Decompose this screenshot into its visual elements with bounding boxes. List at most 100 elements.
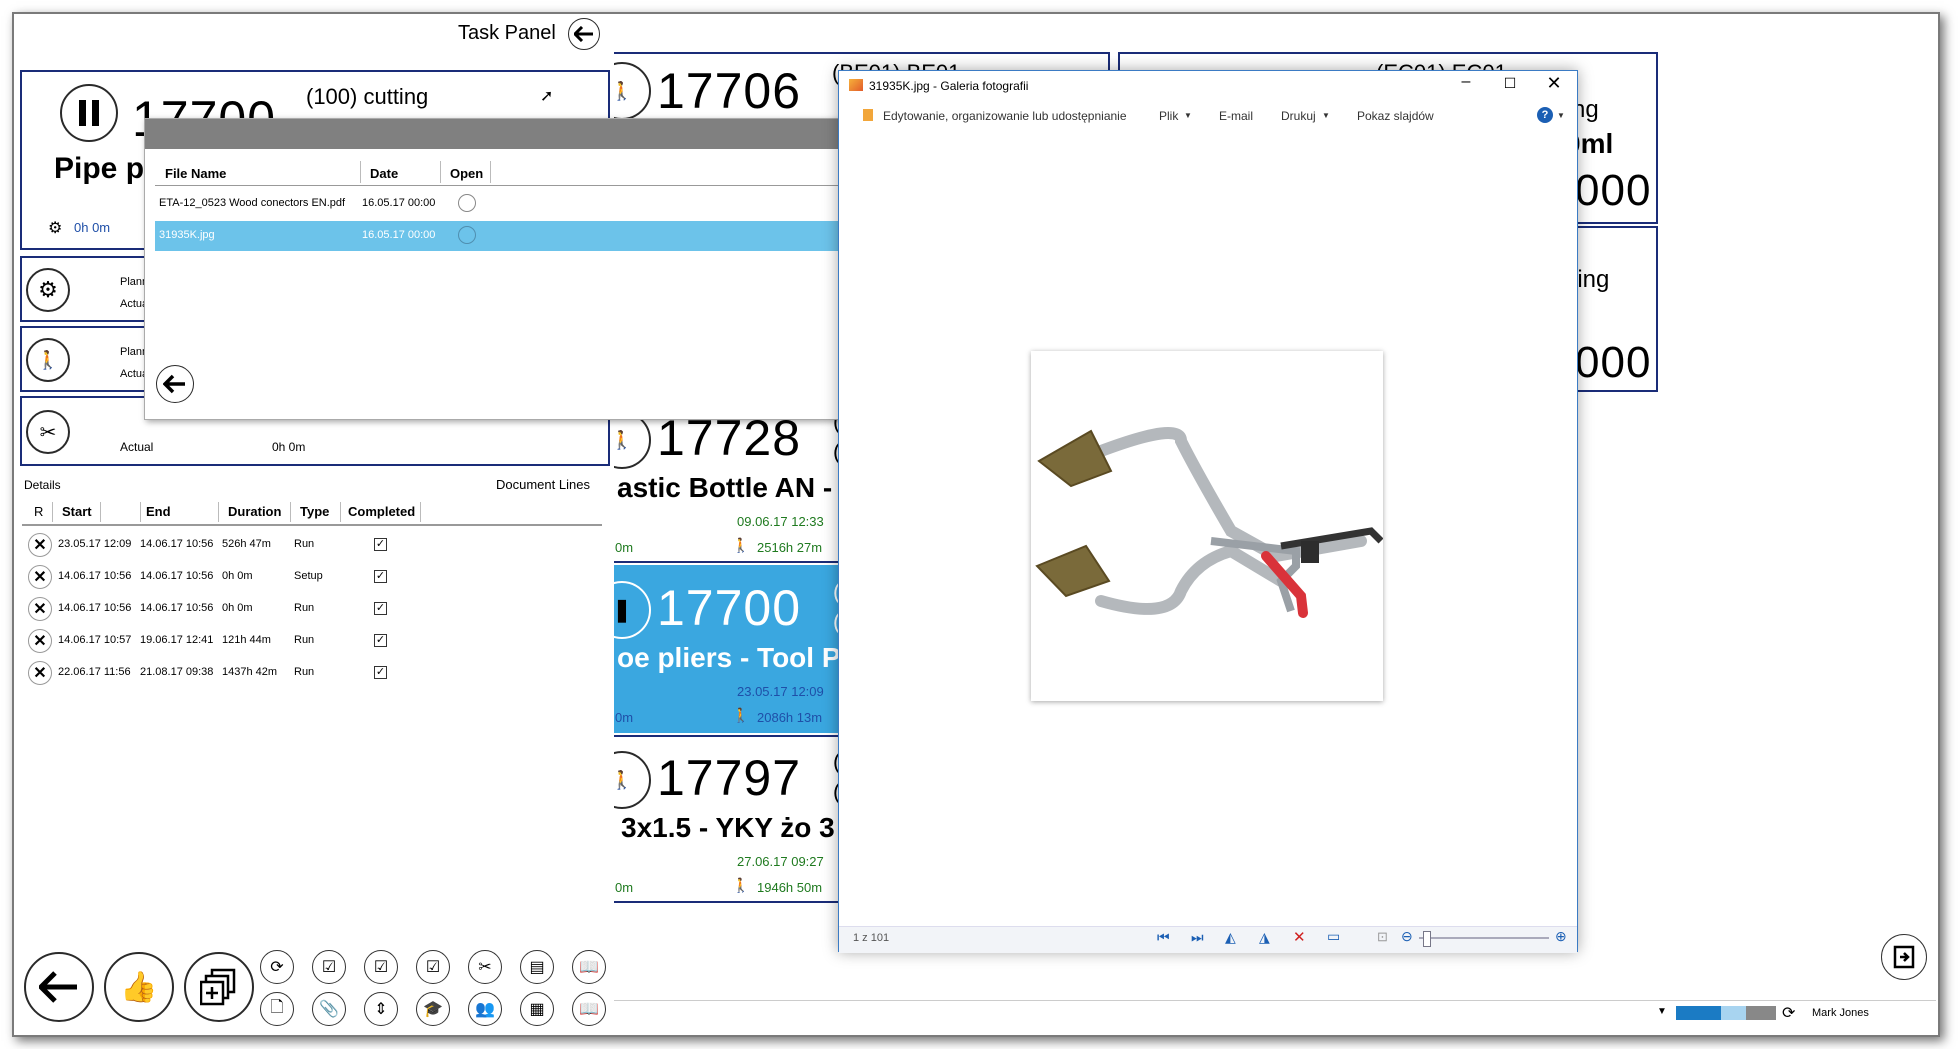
walking-man-icon: 🚶 <box>732 707 750 723</box>
job-number: 17700 <box>657 580 802 636</box>
completed-checkbox[interactable]: ✓ <box>374 538 387 551</box>
completed-checkbox[interactable]: ✓ <box>374 666 387 679</box>
table-row[interactable]: ✕ 14.06.17 10:57 19.06.17 12:41 121h 44m Run… <box>22 626 602 656</box>
cell-duration: 0h 0m <box>222 570 253 582</box>
table-row[interactable]: ✕ 22.06.17 11:56 21.08.17 09:38 1437h 42m Ru… <box>22 658 602 688</box>
pause-button[interactable] <box>60 84 118 142</box>
delete-row-button[interactable]: ✕ <box>28 661 52 685</box>
walking-man-icon: 🚶 <box>610 769 634 790</box>
column-header[interactable]: Duration <box>228 504 281 519</box>
file-row[interactable]: ETA-12_0523 Wood conectors EN.pdf 16.05.… <box>155 189 845 219</box>
delete-row-button[interactable]: ✕ <box>28 597 52 621</box>
list-button[interactable]: ▤ <box>520 950 554 984</box>
open-radio[interactable] <box>458 194 476 212</box>
table-row[interactable]: ✕ 14.06.17 10:56 14.06.17 10:56 0h 0m Setup ✓ <box>22 562 602 592</box>
back-button[interactable] <box>24 952 94 1022</box>
minimize-button[interactable]: – <box>1451 73 1481 97</box>
photo-viewer-window: 31935K.jpg - Galeria fotografii – ☐ ✕ Ed… <box>838 70 1578 953</box>
table-row[interactable]: ✕ 23.05.17 12:09 14.06.17 10:56 526h 47m Run… <box>22 530 602 560</box>
dropdown-arrow-icon[interactable]: ▼ <box>1657 1006 1667 1017</box>
first-image-icon[interactable]: ⏮ <box>1157 929 1170 946</box>
up-down-button[interactable]: ⇕ <box>364 992 398 1026</box>
calendar-button[interactable]: ▦ <box>520 992 554 1026</box>
gear-icon: ⚙ <box>38 277 58 302</box>
menu-item-slideshow[interactable]: Pokaz slajdów <box>1357 109 1434 123</box>
paperclip-icon: 📎 <box>319 1001 339 1018</box>
details-label: Details <box>24 478 61 492</box>
job-text-fragment: 000 <box>1575 338 1652 387</box>
open-book-button[interactable]: 📖 <box>572 992 606 1026</box>
task-panel-back-button[interactable] <box>568 18 600 50</box>
delete-row-button[interactable]: ✕ <box>28 629 52 653</box>
setup-button[interactable]: ⚙ <box>26 268 70 312</box>
fit-icon[interactable]: ⊡ <box>1377 929 1388 945</box>
table-row[interactable]: ✕ 14.06.17 10:56 14.06.17 10:56 0h 0m Run ✓ <box>22 594 602 624</box>
document-button[interactable]: 🗋 <box>260 992 294 1026</box>
column-header[interactable]: R <box>34 504 43 519</box>
cell-type: Run <box>294 666 315 678</box>
thumb-plus-icon: 👍 <box>120 970 158 1004</box>
column-header[interactable]: Start <box>62 504 92 519</box>
rotate-right-icon[interactable]: ◮ <box>1259 929 1270 946</box>
column-header[interactable]: File Name <box>165 166 226 181</box>
check-list-button[interactable]: ☑ <box>416 950 450 984</box>
exit-button[interactable] <box>1881 934 1927 980</box>
report-button[interactable]: 👍 <box>104 952 174 1022</box>
run-button[interactable]: 🚶 <box>26 338 70 382</box>
check-r-button[interactable]: ☑ <box>364 950 398 984</box>
column-header[interactable]: Open <box>450 166 483 181</box>
sync-tool-button[interactable]: ⟳ <box>260 950 294 984</box>
files-back-button[interactable] <box>156 365 194 403</box>
delete-icon[interactable]: ✕ <box>1293 928 1306 946</box>
viewer-title: 31935K.jpg - Galeria fotografii <box>869 79 1029 93</box>
maximize-button[interactable]: ☐ <box>1495 75 1525 99</box>
cell-type: Run <box>294 538 315 550</box>
check-clock-button[interactable]: ☑ <box>312 950 346 984</box>
sync-icon[interactable]: ⟳ <box>1782 1003 1795 1023</box>
completed-checkbox[interactable]: ✓ <box>374 570 387 583</box>
file-row-selected[interactable]: 31935K.jpg 16.05.17 00:00 <box>155 221 845 251</box>
team-button[interactable]: 👥 <box>468 992 502 1026</box>
graduation-button[interactable]: 🎓 <box>416 992 450 1026</box>
close-button[interactable]: ✕ <box>1539 73 1569 97</box>
help-icon[interactable]: ? <box>1537 107 1553 123</box>
zoom-in-icon[interactable]: ⊕ <box>1555 928 1567 945</box>
user-name: Mark Jones <box>1812 1007 1869 1019</box>
column-header[interactable]: End <box>146 504 171 519</box>
file-date: 16.05.17 00:00 <box>362 229 436 241</box>
menu-item-edit[interactable]: Edytowanie, organizowanie lub udostępnia… <box>883 109 1127 123</box>
book-button[interactable]: 📖 <box>572 950 606 984</box>
cell-end: 21.08.17 09:38 <box>140 666 214 678</box>
job-date: 23.05.17 12:09 <box>737 684 824 699</box>
task-product: Pipe p <box>54 152 145 185</box>
tools-button[interactable]: ✂ <box>26 410 70 454</box>
file-name: ETA-12_0523 Wood conectors EN.pdf <box>159 197 346 209</box>
zoom-slider[interactable] <box>1419 937 1549 939</box>
menu-item-print[interactable]: Drukuj <box>1281 109 1316 123</box>
wrench-button[interactable]: ✂ <box>468 950 502 984</box>
add-task-button[interactable] <box>184 952 254 1022</box>
actual-value: 0h 0m <box>272 440 306 454</box>
zoom-slider-thumb[interactable] <box>1423 931 1431 947</box>
job-time-right: 2086h 13m <box>757 710 823 725</box>
wrench-icon: ✂ <box>478 959 492 976</box>
cell-end: 14.06.17 10:56 <box>140 570 214 582</box>
completed-checkbox[interactable]: ✓ <box>374 602 387 615</box>
attachment-button[interactable]: 📎 <box>312 992 346 1026</box>
menu-item-email[interactable]: E-mail <box>1219 109 1253 123</box>
column-header[interactable]: Completed <box>348 504 415 519</box>
delete-row-button[interactable]: ✕ <box>28 565 52 589</box>
delete-row-button[interactable]: ✕ <box>28 533 52 557</box>
open-radio[interactable] <box>458 226 476 244</box>
column-header[interactable]: Date <box>370 166 398 181</box>
menu-item-file[interactable]: Plik <box>1159 109 1178 123</box>
cell-end: 14.06.17 10:56 <box>140 602 214 614</box>
rotate-left-icon[interactable]: ◭ <box>1225 929 1236 946</box>
slideshow-icon[interactable]: ▭ <box>1327 928 1340 945</box>
column-header[interactable]: Type <box>300 504 329 519</box>
zoom-out-icon[interactable]: ⊖ <box>1401 928 1413 945</box>
completed-checkbox[interactable]: ✓ <box>374 634 387 647</box>
next-image-icon[interactable]: ⏭ <box>1191 929 1204 946</box>
job-number: 17797 <box>657 750 802 806</box>
setup-time: 0h 0m <box>74 220 111 235</box>
